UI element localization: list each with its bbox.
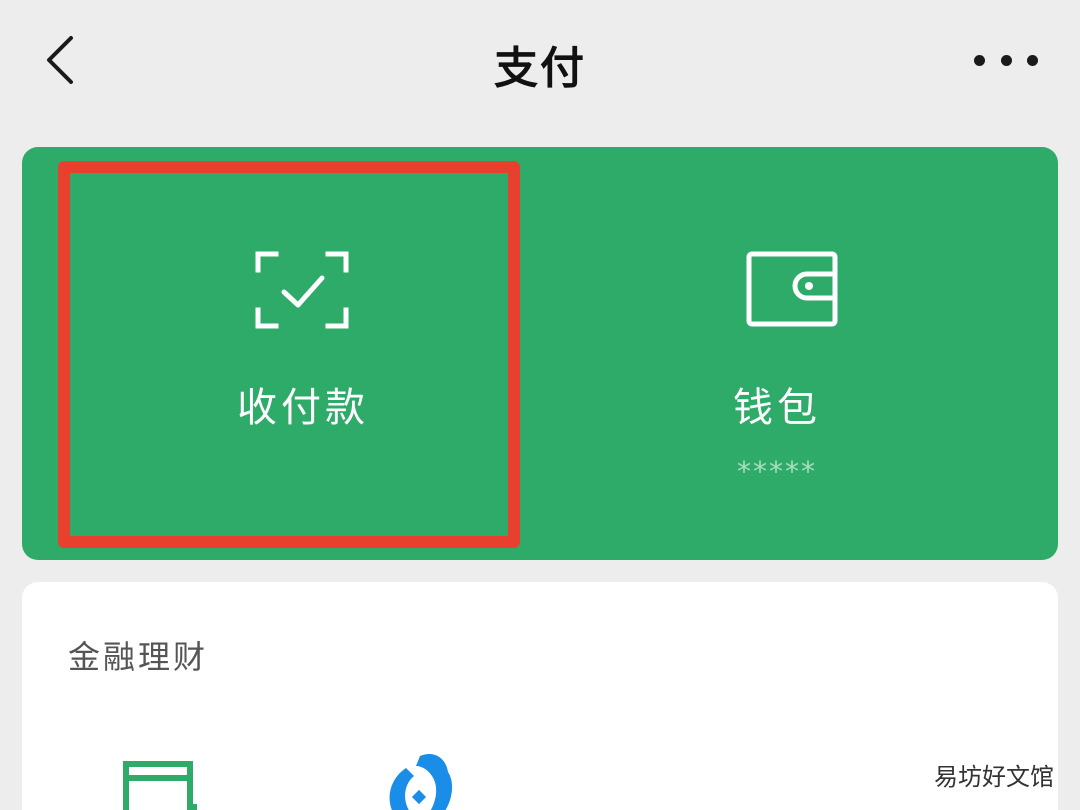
scan-check-icon xyxy=(255,251,349,329)
more-dot xyxy=(1027,54,1038,66)
finance-section: 金融理财 xyxy=(22,582,1058,810)
pay-card: 收付款 钱包 ***** xyxy=(22,147,1058,560)
card-icon xyxy=(123,761,197,810)
receive-pay-button[interactable]: 收付款 xyxy=(22,147,540,560)
page-title: 支付 xyxy=(494,43,586,94)
more-dot xyxy=(974,54,985,66)
wallet-label: 钱包 xyxy=(733,385,821,431)
wallet-button[interactable]: 钱包 ***** xyxy=(540,147,1058,560)
wallet-balance: ***** xyxy=(737,455,817,488)
receive-pay-label: 收付款 xyxy=(237,385,369,431)
finance-item-fund[interactable] xyxy=(378,750,458,810)
more-dot xyxy=(1000,54,1012,66)
finance-item-card[interactable] xyxy=(122,760,202,810)
more-button[interactable] xyxy=(974,40,1038,80)
wallet-icon xyxy=(746,251,838,327)
watermark: 易坊好文馆 xyxy=(934,763,1054,791)
payment-screen: 支付 收付款 钱包 ***** 金融理财 易坊好文馆 xyxy=(0,0,1080,810)
navigation-bar: 支付 xyxy=(0,0,1080,130)
section-title: 金融理财 xyxy=(68,638,209,676)
fund-icon xyxy=(389,754,453,810)
